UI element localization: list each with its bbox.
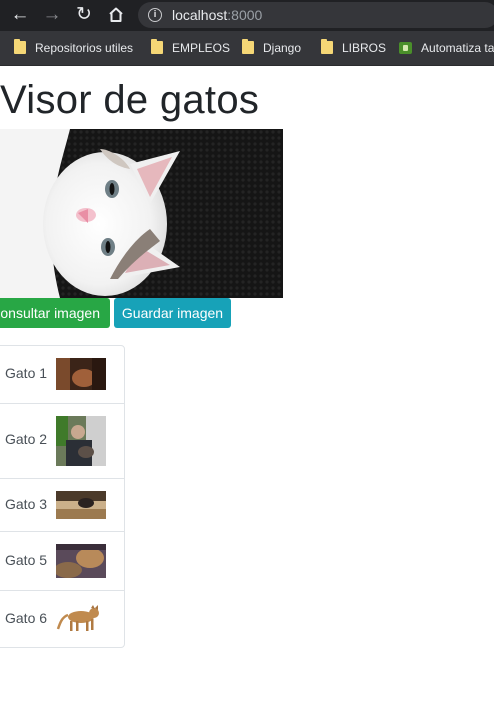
bookmark-repositorios[interactable]: Repositorios utiles	[14, 39, 133, 57]
cat-list-item[interactable]: Gato 6	[0, 590, 124, 647]
bookmarks-bar: Repositorios utiles EMPLEOS Django LIBRO…	[0, 31, 494, 66]
url-port: :8000	[227, 7, 263, 23]
bookmark-label: Automatiza ta	[421, 41, 494, 55]
cat-thumbnail	[56, 358, 106, 390]
folder-icon	[321, 39, 333, 54]
bookmark-automatiza[interactable]: Automatiza ta	[399, 39, 494, 57]
bookmark-label: Repositorios utiles	[35, 41, 134, 55]
browser-toolbar: ← → ↻ i localhost:8000	[0, 0, 494, 31]
page-title: Visor de gatos	[0, 78, 260, 122]
reload-icon[interactable]: ↻	[72, 4, 96, 26]
bookmark-label: Django	[263, 41, 302, 55]
cat-thumbnail	[56, 544, 106, 578]
cat-thumbnail	[56, 416, 106, 466]
cat-list-item[interactable]: Gato 1	[0, 346, 124, 403]
cat-list-item[interactable]: Gato 3	[0, 478, 124, 531]
url-host: localhost	[172, 7, 228, 23]
cat-name: Gato 5	[5, 552, 48, 568]
kitten-photo	[0, 129, 283, 298]
consultar-imagen-button[interactable]: Consultar imagen	[0, 298, 110, 328]
home-icon[interactable]	[104, 4, 128, 26]
site-info-icon[interactable]: i	[148, 8, 162, 22]
cat-name: Gato 3	[5, 496, 48, 512]
bookmark-libros[interactable]: LIBROS	[321, 39, 386, 57]
cat-thumbnail	[56, 603, 106, 635]
bookmark-label: LIBROS	[342, 41, 387, 55]
cat-name: Gato 1	[5, 365, 48, 381]
site-favicon-icon	[399, 42, 412, 54]
url-text: localhost:8000	[172, 7, 262, 23]
cat-list: Gato 1 Gato 2 Gato 3 Gato 5 Gato 6	[0, 345, 125, 648]
cat-list-item[interactable]: Gato 5	[0, 531, 124, 590]
cat-list-item[interactable]: Gato 2	[0, 403, 124, 478]
cat-name: Gato 2	[5, 431, 48, 447]
cat-image	[0, 129, 283, 298]
folder-icon	[151, 39, 163, 54]
bookmark-label: EMPLEOS	[172, 41, 231, 55]
guardar-imagen-button[interactable]: Guardar imagen	[114, 298, 231, 328]
address-bar[interactable]: i localhost:8000	[138, 2, 494, 28]
back-arrow-icon[interactable]: ←	[8, 4, 32, 26]
bookmark-django[interactable]: Django	[242, 39, 301, 57]
bookmark-empleos[interactable]: EMPLEOS	[151, 39, 230, 57]
folder-icon	[242, 39, 254, 54]
folder-icon	[14, 39, 26, 54]
cat-name: Gato 6	[5, 610, 48, 626]
forward-arrow-icon[interactable]: →	[40, 4, 64, 26]
cat-thumbnail	[56, 491, 106, 519]
